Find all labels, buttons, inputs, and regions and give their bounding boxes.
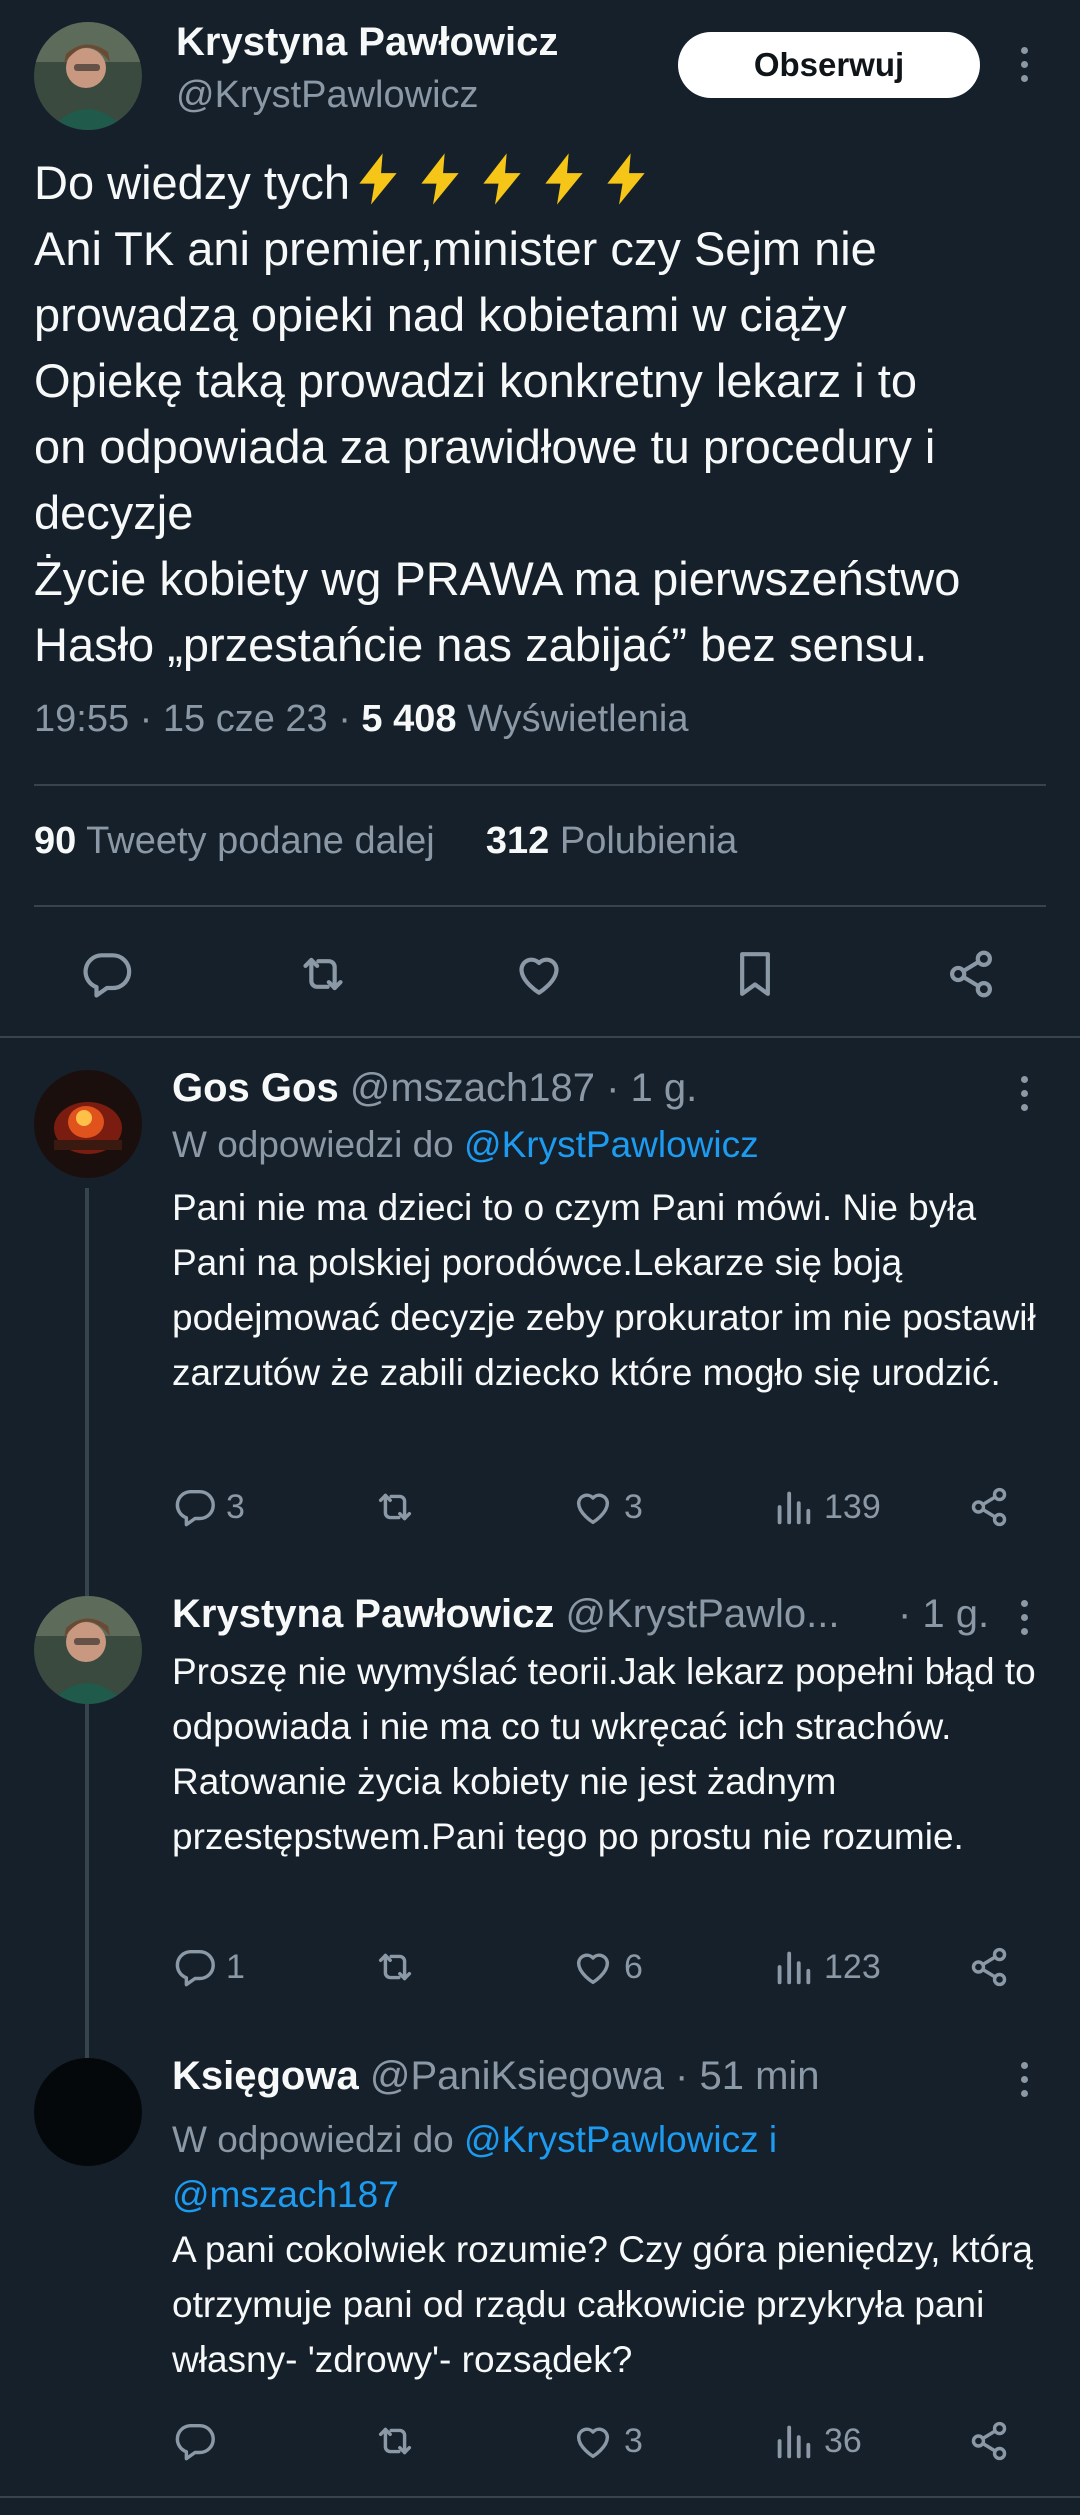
lightning-icon bbox=[412, 151, 468, 207]
more-options-icon[interactable] bbox=[1017, 2062, 1031, 2104]
reply-action-share[interactable] bbox=[966, 1944, 1020, 1990]
divider bbox=[34, 905, 1046, 907]
reply-avatar-gosgos[interactable] bbox=[34, 1070, 142, 1178]
reply-author-handle[interactable]: @PaniKsiegowa · 51 min bbox=[370, 2054, 820, 2098]
views-count: 5 408 bbox=[361, 698, 457, 740]
reply-action-reply[interactable] bbox=[172, 2418, 226, 2464]
tweet-meta: 19:55 · 15 cze 23 · 5 408 Wyświetlenia bbox=[34, 698, 688, 741]
reply-text: Proszę nie wymyślać teorii.Jak lekarz po… bbox=[172, 1651, 1036, 1857]
views-icon bbox=[770, 1944, 816, 1990]
reply-action-like[interactable]: 3 bbox=[570, 1484, 643, 1530]
reply-avatar-krystyna[interactable] bbox=[34, 1596, 142, 1704]
reply-author-handle[interactable]: @mszach187 · 1 g. bbox=[350, 1066, 697, 1110]
retweets-label: Tweety podane dalej bbox=[86, 820, 435, 862]
retweet-icon bbox=[372, 1484, 418, 1530]
follow-button[interactable]: Obserwuj bbox=[678, 32, 980, 98]
reply-action-retweet[interactable] bbox=[372, 2418, 426, 2464]
reply-action-retweet[interactable] bbox=[372, 1484, 426, 1530]
reply-author-name[interactable]: Księgowa bbox=[172, 2054, 359, 2098]
reply-action-views[interactable]: 139 bbox=[770, 1484, 881, 1530]
main-tweet-text-body: Ani TK ani premier,minister czy Sejm nie… bbox=[34, 222, 961, 671]
views-icon bbox=[770, 1484, 816, 1530]
reply-action-reply[interactable]: 1 bbox=[172, 1944, 245, 1990]
share-icon bbox=[966, 1944, 1012, 1990]
views-label: Wyświetlenia bbox=[467, 698, 689, 740]
like-count: 3 bbox=[624, 2421, 643, 2460]
more-options-icon[interactable] bbox=[1017, 1600, 1031, 1642]
replying-to: W odpowiedzi do @KrystPawlowicz i @mszach… bbox=[172, 2112, 777, 2222]
reply-icon[interactable] bbox=[79, 946, 135, 1002]
replying-to-prefix: W odpowiedzi do bbox=[172, 2119, 465, 2160]
reply-action-retweet[interactable] bbox=[372, 1944, 426, 1990]
reply-action-views[interactable]: 123 bbox=[770, 1944, 881, 1990]
reply-time[interactable]: · 1 g. bbox=[898, 1592, 989, 1637]
reply-text: A pani cokolwiek rozumie? Czy góra pieni… bbox=[172, 2229, 1034, 2380]
retweet-icon[interactable] bbox=[295, 946, 351, 1002]
reply-action-like[interactable]: 3 bbox=[570, 2418, 643, 2464]
replying-to-prefix: W odpowiedzi do bbox=[172, 1124, 465, 1165]
main-author-avatar[interactable] bbox=[34, 22, 142, 130]
views-count: 36 bbox=[824, 2421, 862, 2460]
lightning-icon bbox=[474, 151, 530, 207]
views-count: 123 bbox=[824, 1947, 881, 1986]
main-tweet-text: Do wiedzy tych Ani TK ani premier,minist… bbox=[34, 150, 1054, 678]
reply-icon bbox=[172, 1484, 218, 1530]
reply-author-handle[interactable]: @KrystPawlo... bbox=[566, 1592, 840, 1636]
retweet-icon bbox=[372, 1944, 418, 1990]
lightning-icon bbox=[536, 151, 592, 207]
reply-avatar-ksiegowa[interactable] bbox=[34, 2058, 142, 2166]
like-count: 3 bbox=[624, 1487, 643, 1526]
reply-author-name[interactable]: Krystyna Pawłowicz bbox=[172, 1592, 554, 1636]
divider bbox=[0, 2496, 1080, 2498]
main-author-name[interactable]: Krystyna Pawłowicz bbox=[176, 20, 558, 65]
lightning-emojis bbox=[350, 156, 660, 209]
reply-action-share[interactable] bbox=[966, 2418, 1020, 2464]
retweet-icon bbox=[372, 2418, 418, 2464]
likes-count: 312 bbox=[485, 820, 550, 862]
divider bbox=[34, 784, 1046, 786]
replying-to-link[interactable]: @mszach187 bbox=[172, 2174, 399, 2215]
likes-stat[interactable]: 312 Polubienia bbox=[486, 820, 737, 862]
share-icon bbox=[966, 1484, 1012, 1530]
lightning-icon bbox=[350, 151, 406, 207]
reply-count: 1 bbox=[226, 1947, 245, 1986]
reply-icon bbox=[172, 1944, 218, 1990]
like-count: 6 bbox=[624, 1947, 643, 1986]
views-count: 139 bbox=[824, 1487, 881, 1526]
like-icon bbox=[570, 2418, 616, 2464]
replying-to-link[interactable]: @KrystPawlowicz bbox=[464, 1124, 759, 1165]
reply-action-views[interactable]: 36 bbox=[770, 2418, 862, 2464]
replying-to-link[interactable]: @KrystPawlowicz i bbox=[464, 2119, 777, 2160]
main-author-handle[interactable]: @KrystPawlowicz bbox=[176, 74, 479, 117]
divider bbox=[0, 1036, 1080, 1038]
more-options-icon[interactable] bbox=[1017, 47, 1031, 89]
like-icon[interactable] bbox=[511, 946, 567, 1002]
reply-header: Krystyna Pawłowicz @KrystPawlo... bbox=[172, 1592, 840, 1637]
main-tweet-text-line1: Do wiedzy tych bbox=[34, 156, 351, 209]
more-options-icon[interactable] bbox=[1017, 1076, 1031, 1118]
tweet-time[interactable]: 19:55 · 15 cze 23 · bbox=[34, 698, 361, 740]
like-icon bbox=[570, 1484, 616, 1530]
retweets-count: 90 bbox=[34, 820, 77, 862]
reply-header: Księgowa @PaniKsiegowa · 51 min bbox=[172, 2054, 820, 2099]
reply-action-like[interactable]: 6 bbox=[570, 1944, 643, 1990]
reply-count: 3 bbox=[226, 1487, 245, 1526]
share-icon[interactable] bbox=[943, 946, 999, 1002]
reply-author-name[interactable]: Gos Gos bbox=[172, 1066, 339, 1110]
reply-action-share[interactable] bbox=[966, 1484, 1020, 1530]
likes-label: Polubienia bbox=[559, 820, 738, 862]
reply-text: Pani nie ma dzieci to o czym Pani mówi. … bbox=[172, 1187, 1036, 1393]
like-icon bbox=[570, 1944, 616, 1990]
reply-icon bbox=[172, 2418, 218, 2464]
reply-header: Gos Gos @mszach187 · 1 g. bbox=[172, 1066, 697, 1111]
share-icon bbox=[966, 2418, 1012, 2464]
retweets-stat[interactable]: 90 Tweety podane dalej bbox=[34, 820, 435, 862]
replying-to: W odpowiedzi do @KrystPawlowicz bbox=[172, 1124, 759, 1166]
lightning-icon bbox=[598, 151, 654, 207]
bookmark-icon[interactable] bbox=[727, 946, 783, 1002]
reply-action-reply[interactable]: 3 bbox=[172, 1484, 245, 1530]
views-icon bbox=[770, 2418, 816, 2464]
tweet-stats: 90 Tweety podane dalej 312 Polubienia bbox=[34, 820, 737, 863]
